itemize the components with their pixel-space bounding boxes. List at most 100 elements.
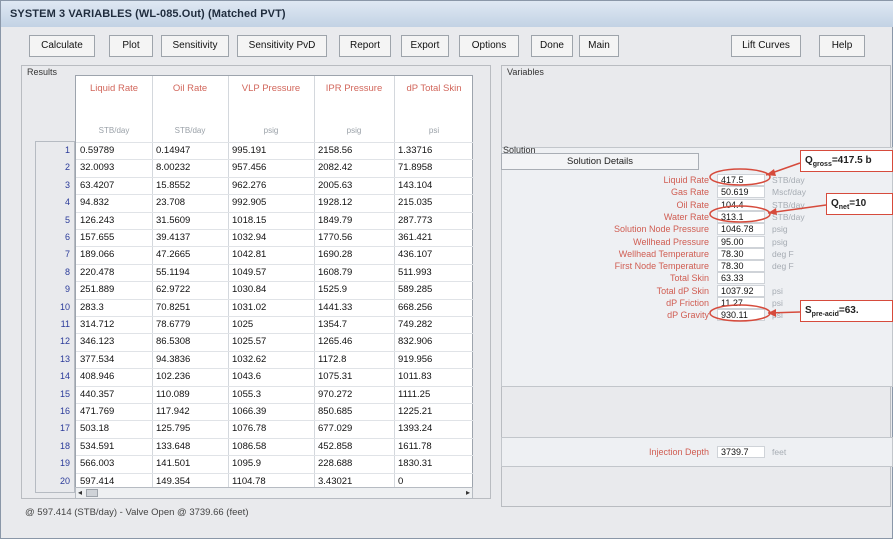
table-cell: 251.889 [80,284,115,296]
solution-value[interactable]: 95.00 [717,235,765,248]
column-header[interactable]: IPR Pressure [314,82,394,132]
options-button[interactable]: Options [459,35,519,57]
table-cell: 589.285 [398,284,433,296]
table-row[interactable]: 220.478 55.1194 1049.57 1608.79 511.993 [76,263,474,281]
solution-details-tab[interactable]: Solution Details [501,153,699,170]
solution-value[interactable]: 1046.78 [717,223,765,236]
injection-value[interactable]: 3739.7 [717,446,765,458]
column-header[interactable]: dP Total Skin [394,82,474,132]
solution-value[interactable]: 78.30 [717,260,765,273]
solution-value[interactable]: 1037.92 [717,284,765,297]
injection-label: Injection Depth [648,447,709,457]
table-cell: 15.8552 [156,179,191,191]
row-number[interactable]: 15 [36,386,76,403]
main-button[interactable]: Main [579,35,619,57]
sensitivity-pvd-button[interactable]: Sensitivity PvD [237,35,327,57]
solution-value[interactable]: 930.11 [717,309,765,322]
table-row[interactable]: 189.066 47.2665 1042.81 1690.28 436.107 [76,246,474,263]
help-button[interactable]: Help [819,35,865,57]
solution-row: Total Skin 63.33 [501,272,893,285]
row-number[interactable]: 20 [36,473,76,490]
horizontal-scrollbar[interactable]: ◂ ▸ [75,487,473,499]
table-row[interactable]: 377.534 94.3836 1032.62 1172.8 919.956 [76,350,474,368]
table-cell: 62.9722 [156,284,191,296]
column-unit: psig [346,126,362,135]
scroll-right-icon[interactable]: ▸ [466,488,470,497]
table-cell: 143.104 [398,179,433,191]
table-cell: 314.712 [80,319,115,330]
table-cell: 377.534 [80,353,115,365]
row-number[interactable]: 3 [36,177,76,194]
row-number[interactable]: 6 [36,229,76,246]
table-row[interactable]: 314.712 78.6779 1025 1354.7 749.282 [76,316,474,333]
plot-button[interactable]: Plot [109,35,153,57]
table-row[interactable]: 32.0093 8.00232 957.456 2082.42 71.8958 [76,159,474,176]
row-number[interactable]: 12 [36,333,76,350]
calculate-button[interactable]: Calculate [29,35,95,57]
results-table: Liquid Rate Oil Rate VLP Pressure IPR Pr… [75,75,474,494]
table-row[interactable]: 0.59789 0.14947 995.191 2158.56 1.33716 [76,142,474,159]
done-button[interactable]: Done [531,35,573,57]
row-number[interactable]: 16 [36,403,76,420]
row-number[interactable]: 2 [36,159,76,176]
solution-unit: psig [772,236,788,247]
table-cell: 962.276 [232,179,267,191]
solution-value[interactable]: 417.5 [717,174,765,186]
row-number[interactable]: 19 [36,455,76,472]
table-row[interactable]: 157.655 39.4137 1032.94 1770.56 361.421 [76,229,474,246]
injection-row: Injection Depth 3739.7 feet [501,446,893,459]
solution-unit: deg F [772,248,794,259]
table-cell: 0.14947 [156,145,191,156]
table-row[interactable]: 408.946 102.236 1043.6 1075.31 1011.83 [76,368,474,385]
sensitivity-button[interactable]: Sensitivity [161,35,229,57]
solution-value[interactable]: 50.619 [717,186,765,199]
solution-row: Wellhead Pressure 95.00 psig [501,235,893,249]
variables-title: Variables [507,67,544,77]
table-cell: 110.089 [156,388,190,400]
table-row[interactable]: 283.3 70.8251 1031.02 1441.33 668.256 [76,298,474,316]
row-number[interactable]: 14 [36,368,76,385]
row-number[interactable]: 4 [36,194,76,211]
row-number[interactable]: 10 [36,299,76,316]
table-cell: 1111.25 [398,388,431,400]
table-row[interactable]: 126.243 31.5609 1018.15 1849.79 287.773 [76,211,474,229]
solution-value[interactable]: 78.30 [717,247,765,260]
column-header[interactable]: Liquid Rate [76,82,152,132]
row-number[interactable]: 9 [36,281,76,298]
solution-unit [769,272,825,284]
row-number[interactable]: 13 [36,351,76,368]
export-button[interactable]: Export [401,35,449,57]
report-button[interactable]: Report [339,35,391,57]
table-row[interactable]: 251.889 62.9722 1030.84 1525.9 589.285 [76,281,474,298]
row-number[interactable]: 11 [36,316,76,333]
table-cell: 995.191 [232,145,267,156]
column-header[interactable]: Oil Rate [152,82,228,132]
row-number[interactable]: 5 [36,212,76,229]
solution-value[interactable]: 63.33 [717,272,765,285]
scroll-thumb[interactable] [86,489,98,497]
row-number[interactable]: 7 [36,246,76,263]
row-number[interactable]: 18 [36,438,76,455]
column-header[interactable]: VLP Pressure [228,82,314,132]
table-row[interactable]: 503.18 125.795 1076.78 677.029 1393.24 [76,420,474,437]
table-row[interactable]: 440.357 110.089 1055.3 970.272 1111.25 [76,385,474,403]
table-row[interactable]: 471.769 117.942 1066.39 850.685 1225.21 [76,403,474,420]
solution-value[interactable]: 313.1 [717,210,765,223]
table-row[interactable]: 63.4207 15.8552 962.276 2005.63 143.104 [76,176,474,194]
lift-curves-button[interactable]: Lift Curves [731,35,801,57]
solution-value[interactable]: 11.27 [717,297,765,309]
table-row[interactable]: 346.123 86.5308 1025.57 1265.46 832.906 [76,333,474,350]
table-cell: 31.5609 [156,214,191,226]
table-cell: 220.478 [80,266,115,278]
row-number[interactable]: 17 [36,420,76,437]
table-cell: 55.1194 [156,266,190,278]
solution-row: First Node Temperature 78.30 deg F [501,260,893,273]
row-number[interactable]: 1 [36,142,76,159]
table-row[interactable]: 534.591 133.648 1086.58 452.858 1611.78 [76,437,474,455]
scroll-left-icon[interactable]: ◂ [78,488,82,497]
table-row[interactable]: 94.832 23.708 992.905 1928.12 215.035 [76,194,474,211]
row-number[interactable]: 8 [36,264,76,281]
solution-value[interactable]: 104.4 [717,198,765,211]
table-row[interactable]: 566.003 141.501 1095.9 228.688 1830.31 [76,455,474,472]
solution-row: Total dP Skin 1037.92 psi [501,284,893,298]
